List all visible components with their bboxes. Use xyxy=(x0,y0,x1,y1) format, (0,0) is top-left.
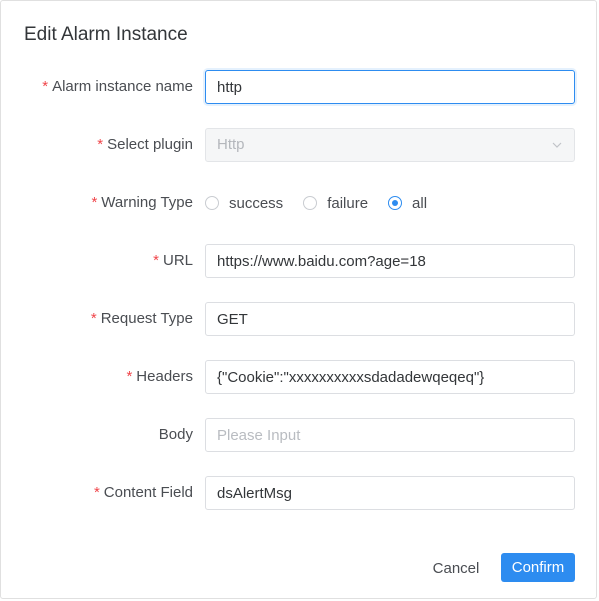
select-plugin-dropdown[interactable]: Http xyxy=(205,128,575,162)
select-plugin-label: * Select plugin xyxy=(97,128,193,162)
body-label: Body xyxy=(159,418,193,452)
url-input[interactable] xyxy=(205,244,575,278)
warning-type-row: * Warning Type success failure all xyxy=(1,186,598,220)
request-type-row: * Request Type xyxy=(1,302,598,336)
body-row: Body xyxy=(1,418,598,452)
radio-success-circle[interactable] xyxy=(205,196,219,210)
content-field-label-text: Content Field xyxy=(103,484,193,501)
radio-success[interactable]: success xyxy=(205,195,283,212)
radio-failure-label: failure xyxy=(327,194,369,212)
confirm-button[interactable]: Confirm xyxy=(501,553,575,582)
url-label-text: URL xyxy=(162,252,193,269)
content-field-row: * Content Field xyxy=(1,476,598,510)
body-label-text: Body xyxy=(158,426,193,443)
required-mark: * xyxy=(91,194,98,211)
required-mark: * xyxy=(93,484,100,501)
warning-type-label-text: Warning Type xyxy=(101,194,193,211)
content-field-input[interactable] xyxy=(205,476,575,510)
cancel-button[interactable]: Cancel xyxy=(424,553,488,583)
select-plugin-label-text: Select plugin xyxy=(107,136,193,153)
dialog-title: Edit Alarm Instance xyxy=(24,24,188,45)
alarm-instance-name-row: * Alarm instance name xyxy=(1,70,598,104)
edit-alarm-instance-dialog: Edit Alarm Instance * Alarm instance name… xyxy=(0,0,597,599)
select-plugin-row: * Select plugin Http xyxy=(1,128,598,162)
request-type-label: * Request Type xyxy=(91,302,193,336)
warning-type-radio-group: success failure all xyxy=(205,186,447,220)
radio-all[interactable]: all xyxy=(388,195,427,212)
headers-label: * Headers xyxy=(126,360,193,394)
url-row: * URL xyxy=(1,244,598,278)
headers-label-text: Headers xyxy=(136,368,193,385)
alarm-instance-name-input[interactable] xyxy=(205,70,575,104)
required-mark: * xyxy=(97,136,104,153)
required-mark: * xyxy=(90,310,97,327)
chevron-down-icon xyxy=(552,142,562,148)
radio-failure-circle[interactable] xyxy=(303,196,318,210)
warning-type-label: * Warning Type xyxy=(91,186,193,220)
alarm-instance-name-label-text: Alarm instance name xyxy=(52,78,193,95)
radio-all-circle[interactable] xyxy=(388,196,403,210)
content-field-label: * Content Field xyxy=(94,476,193,510)
radio-failure[interactable]: failure xyxy=(303,195,368,212)
headers-input[interactable] xyxy=(205,360,575,394)
required-mark: * xyxy=(126,368,133,385)
request-type-label-text: Request Type xyxy=(100,310,193,327)
select-plugin-value: Http xyxy=(217,136,245,153)
request-type-input[interactable] xyxy=(205,302,575,336)
required-mark: * xyxy=(42,78,49,95)
alarm-instance-name-label: * Alarm instance name xyxy=(42,70,193,104)
required-mark: * xyxy=(153,252,159,269)
radio-all-label: all xyxy=(412,194,428,212)
url-label: * URL xyxy=(153,244,193,278)
body-input[interactable] xyxy=(205,418,575,452)
headers-row: * Headers xyxy=(1,360,598,394)
radio-success-label: success xyxy=(229,194,284,212)
